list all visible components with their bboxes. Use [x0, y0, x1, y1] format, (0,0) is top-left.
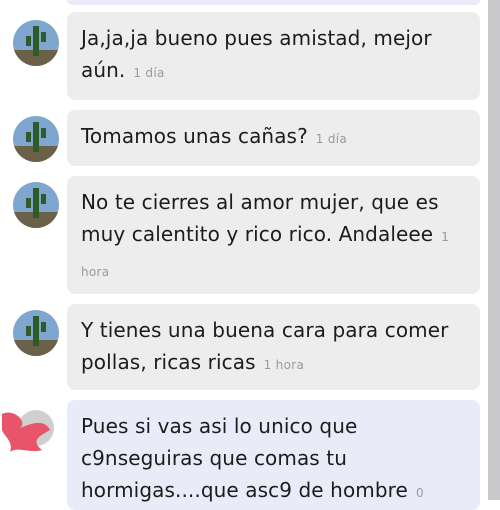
contact-avatar[interactable] — [13, 182, 59, 228]
contact-avatar[interactable] — [13, 20, 59, 66]
message-timestamp: 1 hora — [263, 358, 305, 372]
own-avatar[interactable] — [0, 406, 60, 466]
message-bubble: Tomamos unas cañas? 1 día — [67, 110, 480, 166]
scrollbar[interactable] — [488, 0, 500, 500]
message-timestamp: 1 día — [133, 66, 165, 80]
message-bubble: No te cierres al amor mujer, que es muy … — [67, 176, 480, 294]
message-timestamp: 1 día — [315, 132, 348, 146]
message-bubble: Pues si vas asi lo unico que c9nseguiras… — [67, 400, 480, 510]
message-text: Pues si vas asi lo unico que c9nseguiras… — [81, 414, 408, 502]
message-text: No te cierres al amor mujer, que es muy … — [81, 190, 439, 246]
message-bubble: Ja,ja,ja bueno pues amistad, mejor aún. 1… — [67, 12, 480, 100]
message-timestamp: 0 — [415, 486, 424, 500]
message-bubble: Y tienes una buena cara para comer polla… — [67, 304, 480, 390]
contact-avatar[interactable] — [13, 116, 59, 162]
contact-avatar[interactable] — [13, 310, 59, 356]
message-text: Tomamos unas cañas? — [81, 124, 308, 148]
previous-message-bubble — [67, 0, 480, 5]
